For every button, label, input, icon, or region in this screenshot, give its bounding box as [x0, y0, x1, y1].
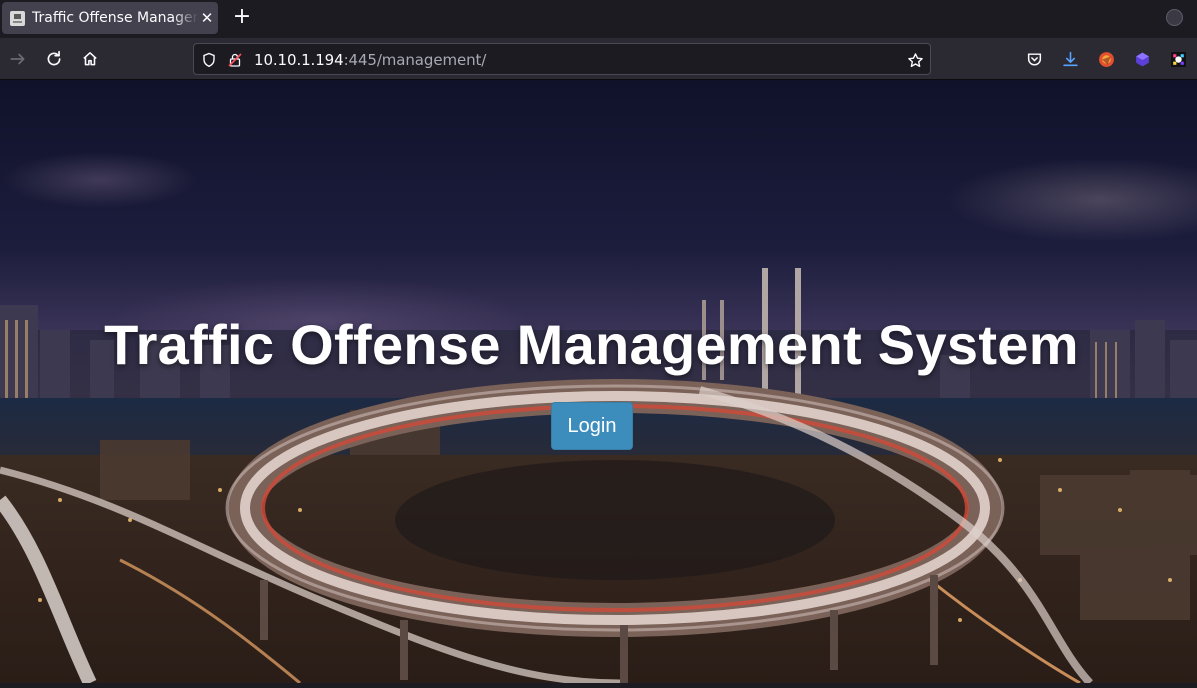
url-path: :445/management/ — [343, 51, 487, 69]
hero-section: Traffic Offense Management System Login — [0, 80, 1197, 683]
shield-icon[interactable] — [200, 51, 218, 69]
download-icon[interactable] — [1061, 50, 1079, 68]
page-title: Traffic Offense Management System — [104, 313, 1079, 376]
star-icon[interactable] — [906, 51, 924, 69]
favicon-icon — [10, 11, 25, 26]
navigation-bar: 10.10.1.194:445/management/ — [0, 38, 1197, 80]
city-background-image — [0, 268, 1197, 683]
extension-fox-icon[interactable] — [1097, 50, 1115, 68]
extension-color-icon[interactable] — [1169, 50, 1187, 68]
tab-strip: Traffic Offense Management System ✕ + — [0, 0, 1197, 38]
browser-tab[interactable]: Traffic Offense Management System ✕ — [2, 2, 218, 34]
tab-title: Traffic Offense Management System — [32, 10, 198, 26]
insecure-lock-icon[interactable] — [226, 51, 244, 69]
window-bottom-edge — [0, 683, 1197, 688]
login-button[interactable]: Login — [551, 402, 633, 450]
list-all-tabs-icon[interactable] — [1166, 9, 1183, 26]
reload-icon — [47, 50, 61, 66]
pocket-icon[interactable] — [1025, 50, 1043, 68]
new-tab-button[interactable]: + — [230, 5, 254, 29]
url-host: 10.10.1.194 — [254, 51, 344, 69]
extension-cube-icon[interactable] — [1133, 50, 1151, 68]
home-icon — [83, 52, 97, 66]
forward-button[interactable] — [6, 47, 30, 71]
reload-button[interactable] — [42, 47, 66, 71]
home-button[interactable] — [78, 47, 102, 71]
arrow-right-icon — [10, 53, 25, 65]
url-bar[interactable]: 10.10.1.194:445/management/ — [193, 43, 931, 75]
close-icon[interactable]: ✕ — [198, 8, 216, 28]
url-text[interactable]: 10.10.1.194:445/management/ — [254, 51, 486, 69]
